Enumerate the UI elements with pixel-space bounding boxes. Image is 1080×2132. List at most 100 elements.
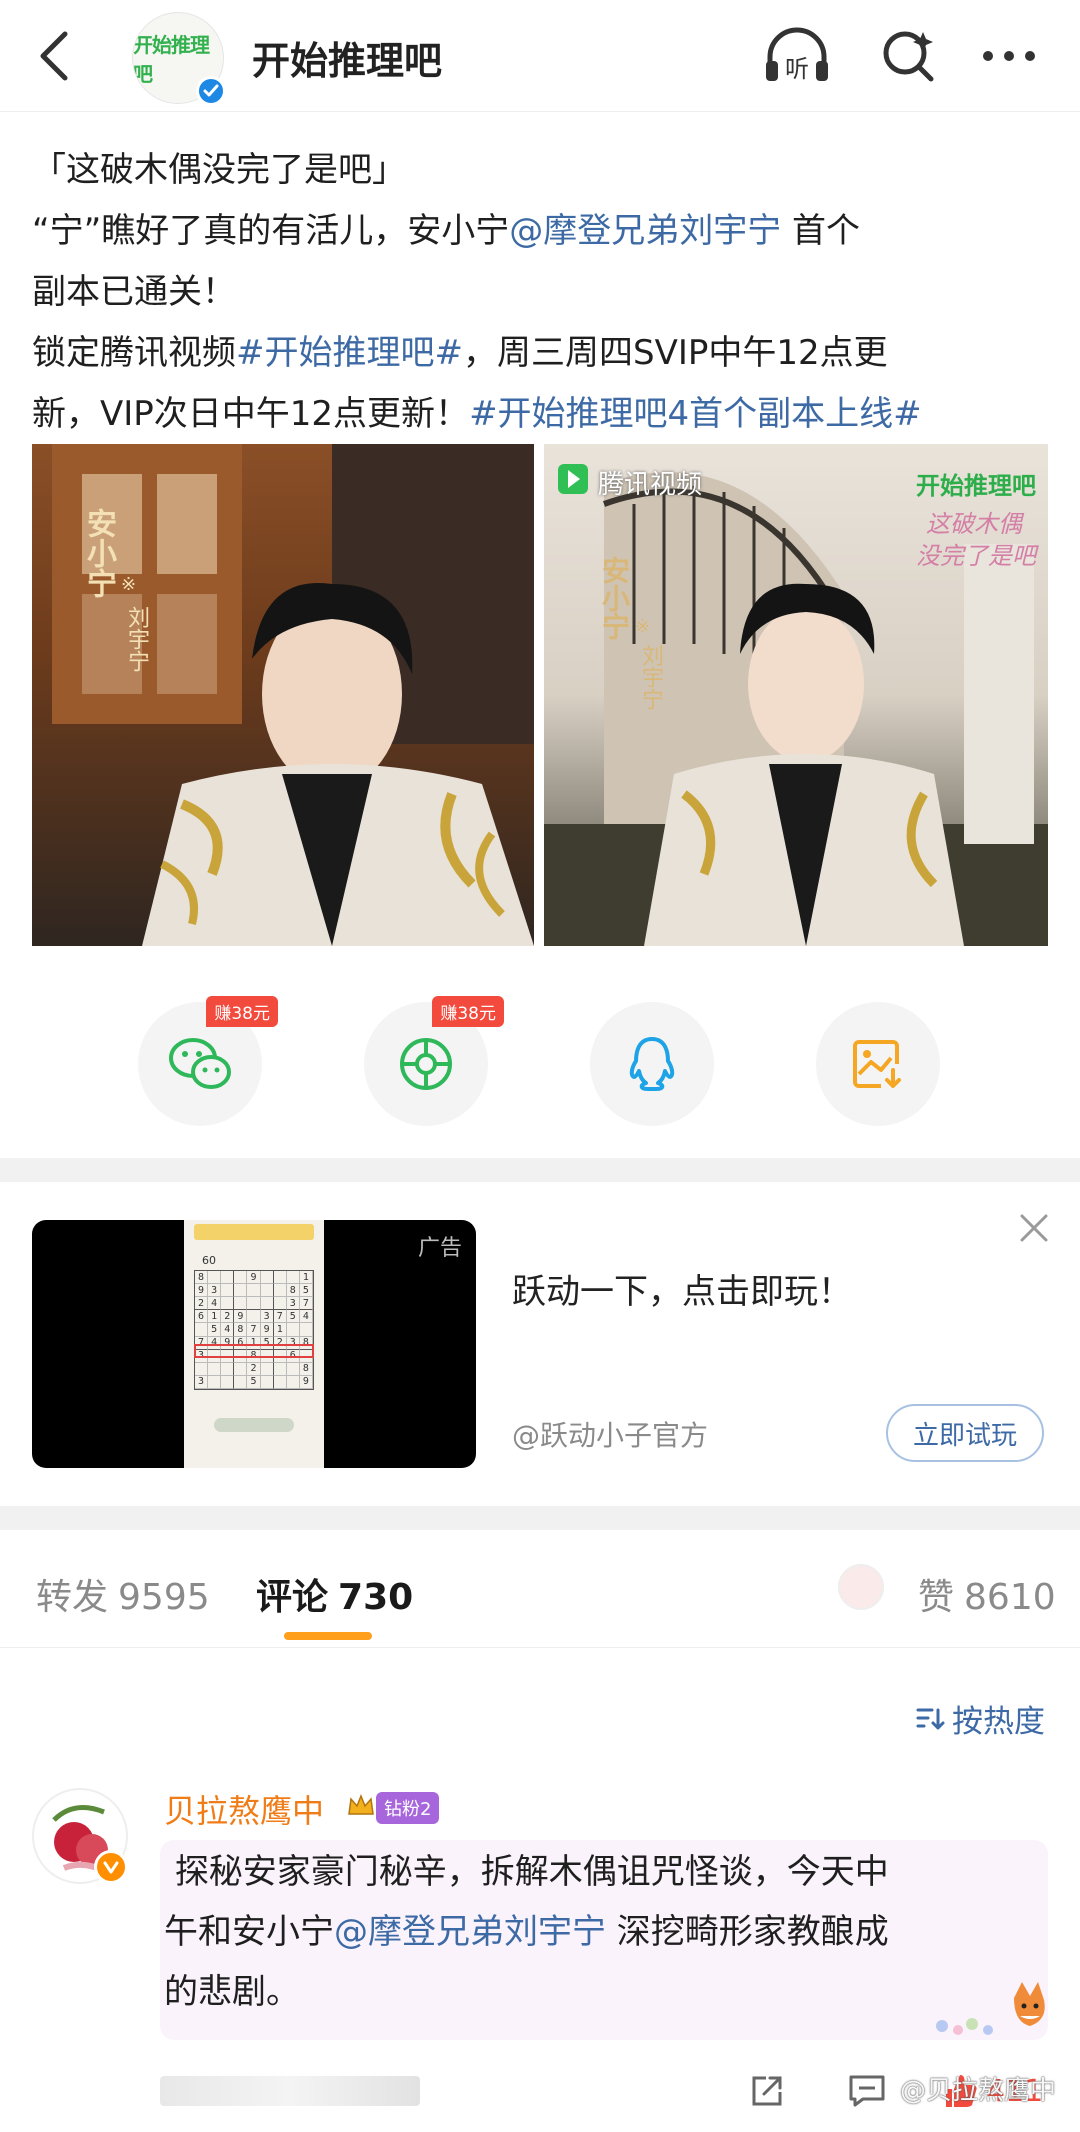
vip-badge-icon: [94, 1850, 128, 1884]
post-text-segment: 新，VIP次日中午12点更新！: [32, 394, 470, 434]
tab-repost-count: 9595: [118, 1577, 210, 1618]
hashtag-link[interactable]: #开始推理吧#: [236, 333, 463, 373]
sudoku-cell: [247, 1284, 261, 1298]
search-button[interactable]: [874, 26, 944, 86]
tab-comments[interactable]: 评论 730: [256, 1568, 413, 1620]
reply-comment-button[interactable]: [842, 2066, 892, 2116]
sudoku-cell: 8: [286, 1284, 300, 1298]
sudoku-cell: [234, 1271, 248, 1285]
close-ad-button[interactable]: [1016, 1210, 1052, 1246]
post-text-segment: “宁”瞧好了真的有活儿，安小宁: [32, 211, 510, 251]
top-bar: 开始推理吧 开始推理吧 听: [0, 0, 1080, 112]
game-score: 60: [202, 1254, 216, 1267]
sudoku-cell: 7: [273, 1310, 287, 1324]
comment-text-segment: 深挖畸形家教酿成: [606, 1912, 889, 1952]
more-button[interactable]: [974, 26, 1044, 86]
try-now-button[interactable]: 立即试玩: [886, 1404, 1044, 1462]
sudoku-cell: 3: [286, 1297, 300, 1311]
sudoku-cell: [247, 1297, 261, 1311]
sudoku-grid: 8919385243761293754548791749615238386283…: [194, 1270, 314, 1390]
sudoku-cell: 4: [221, 1323, 235, 1337]
sudoku-cell: 1: [299, 1271, 313, 1285]
listen-button[interactable]: 听: [762, 26, 832, 86]
sudoku-cell: 5: [247, 1375, 261, 1389]
actor-name-text: 刘宇宁: [124, 606, 149, 672]
brand-watermark-text: 腾讯视频: [598, 470, 703, 500]
share-icon: [752, 2076, 782, 2106]
earn-badge: 赚38元: [432, 996, 504, 1027]
sudoku-cell: 9: [234, 1310, 248, 1324]
repost-comment-button[interactable]: [742, 2066, 792, 2116]
post-line: 副本已通关！: [32, 272, 236, 312]
sudoku-cell: 7: [299, 1297, 313, 1311]
sudoku-cell: [195, 1362, 209, 1376]
listen-label: 听: [785, 55, 809, 83]
sudoku-cell: 1: [273, 1323, 287, 1337]
sudoku-cell: [286, 1375, 300, 1389]
image-watermark: @贝拉熬鹰中: [900, 2076, 1057, 2106]
ad-source[interactable]: @跃动小子官方: [512, 1414, 708, 1454]
sudoku-cell: 5: [299, 1284, 313, 1298]
role-mark-text: ※: [632, 616, 653, 637]
account-avatar[interactable]: 开始推理吧: [132, 12, 226, 106]
ad-title[interactable]: 跃动一下，点击即玩！: [512, 1264, 852, 1313]
sudoku-cell: [221, 1362, 235, 1376]
sudoku-cell: 3: [208, 1284, 222, 1298]
tab-comments-label: 评论: [256, 1577, 329, 1618]
verified-badge-icon: [196, 76, 226, 106]
ad-label: 广告: [417, 1236, 462, 1261]
sudoku-cell: [273, 1284, 287, 1298]
role-mark-text: ※: [118, 574, 139, 595]
share-qq-button[interactable]: [590, 1002, 714, 1126]
wechat-icon: [169, 1038, 231, 1089]
sudoku-cell: [221, 1271, 235, 1285]
sudoku-cell: 3: [260, 1310, 274, 1324]
ad-video[interactable]: 60 8919385243761293754548791749615238386…: [32, 1220, 476, 1468]
tab-likes[interactable]: 赞 8610: [918, 1568, 1056, 1620]
earn-badge: 赚38元: [206, 996, 278, 1027]
search-icon: [883, 31, 934, 82]
comment-text[interactable]: 探秘安家豪门秘辛，拆解木偶诅咒怪谈，今天中 午和安小宁@摩登兄弟刘宇宁 深挖畸形…: [164, 1842, 1044, 2022]
comment-line: 探秘安家豪门秘辛，拆解木偶诅咒怪谈，今天中: [164, 1842, 1044, 1902]
ad-card[interactable]: 60 8919385243761293754548791749615238386…: [0, 1182, 1080, 1506]
fan-badge[interactable]: 钻粉2: [376, 1792, 440, 1824]
sudoku-board: 60 8919385243761293754548791749615238386…: [184, 1220, 324, 1468]
slogan-text: 这破木偶: [926, 510, 1022, 538]
post-image-1[interactable]: 安小宁 ※ 刘宇宁: [32, 444, 534, 946]
mention-link[interactable]: @摩登兄弟刘宇宁: [334, 1912, 606, 1952]
sudoku-cell: [299, 1323, 313, 1337]
sudoku-cell: 4: [299, 1310, 313, 1324]
sudoku-cell: 9: [299, 1375, 313, 1389]
save-image-button[interactable]: [816, 1002, 940, 1126]
post-image-2[interactable]: 腾讯视频 开始推理吧 这破木偶 没完了是吧 安小宁 ※ 刘宇宁: [544, 444, 1048, 946]
post-line: 锁定腾讯视频#开始推理吧#，周三周四SVIP中午12点更: [32, 323, 1052, 384]
sudoku-cell: [221, 1297, 235, 1311]
slogan-text: 没完了是吧: [916, 542, 1036, 570]
post-line: 新，VIP次日中午12点更新！#开始推理吧4首个副本上线#: [32, 384, 1052, 445]
tab-likes-label: 赞: [918, 1577, 955, 1618]
sudoku-cell: [221, 1375, 235, 1389]
post-text-segment: 首个: [781, 211, 861, 251]
account-title[interactable]: 开始推理吧: [252, 30, 442, 85]
tab-likes-count: 8610: [964, 1577, 1056, 1618]
sudoku-cell: [273, 1375, 287, 1389]
reply-preview-redacted: [160, 2076, 420, 2106]
section-divider: [0, 1506, 1080, 1530]
interaction-tabs: 转发 9595 评论 730 赞 8610: [0, 1530, 1080, 1648]
sudoku-cell: 8: [299, 1362, 313, 1376]
mention-link[interactable]: @摩登兄弟刘宇宁: [509, 211, 781, 251]
commenter-name[interactable]: 贝拉熬鹰中: [164, 1786, 324, 1832]
sudoku-cell: 5: [208, 1323, 222, 1337]
sort-icon: [916, 1708, 945, 1729]
back-button[interactable]: [28, 22, 80, 90]
moments-icon: [400, 1038, 452, 1090]
sudoku-cell: [260, 1271, 274, 1285]
sudoku-cell: [208, 1362, 222, 1376]
share-wechat-button[interactable]: 赚38元: [138, 996, 278, 1126]
sort-button[interactable]: 按热度: [916, 1696, 1045, 1741]
show-logo-text: 开始推理吧: [916, 472, 1036, 500]
hashtag-link[interactable]: #开始推理吧4首个副本上线#: [469, 394, 922, 434]
tab-repost[interactable]: 转发 9595: [36, 1568, 210, 1620]
sudoku-cell: [260, 1375, 274, 1389]
share-moments-button[interactable]: 赚38元: [364, 996, 504, 1126]
